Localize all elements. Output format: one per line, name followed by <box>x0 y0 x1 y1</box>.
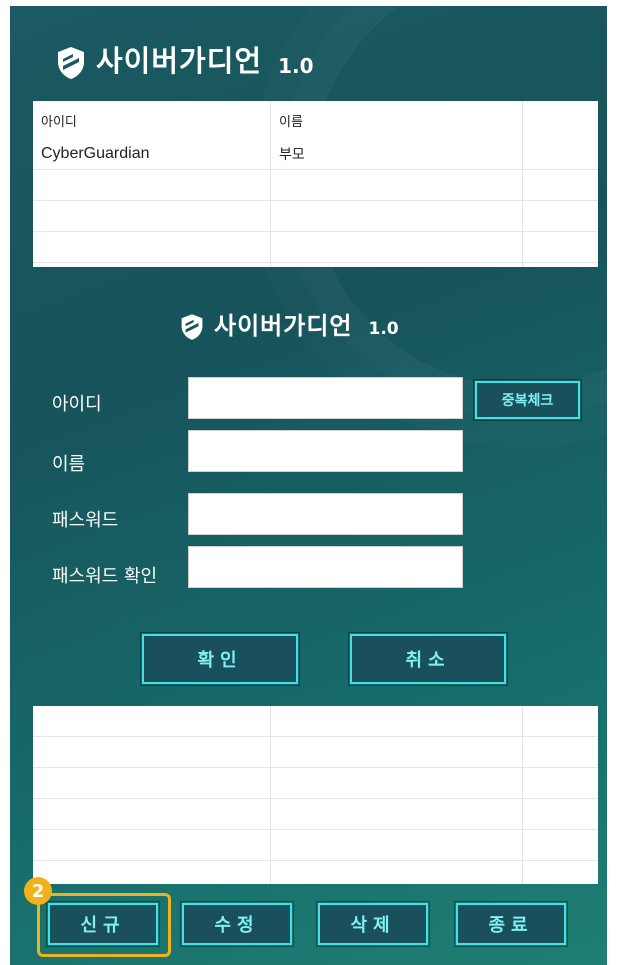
name-input[interactable] <box>188 430 463 472</box>
table-row[interactable] <box>33 768 598 799</box>
form-title: 사이버가디언 1.0 <box>180 306 399 341</box>
table-header-id[interactable]: 아이디 <box>41 107 77 137</box>
shield-logo-icon <box>56 46 86 80</box>
edit-button[interactable]: 수정 <box>180 901 294 947</box>
table-row[interactable] <box>33 737 598 768</box>
id-label: 아이디 <box>52 394 102 415</box>
exit-button[interactable]: 종료 <box>454 901 568 947</box>
shield-logo-icon <box>180 313 204 341</box>
duplicate-check-button[interactable]: 중복체크 <box>473 379 582 421</box>
app-title-text: 사이버가디언 <box>96 44 263 78</box>
delete-button[interactable]: 삭제 <box>316 901 430 947</box>
user-table[interactable]: 아이디 이름 CyberGuardian 부모 <box>33 101 598 267</box>
table-row[interactable] <box>33 232 598 263</box>
app-window: 사이버가디언 1.0 아이디 이름 CyberGuardian 부모 사이버가디… <box>10 6 607 965</box>
table-header-row <box>33 107 598 135</box>
app-title: 사이버가디언 1.0 <box>56 38 314 80</box>
table-cell-id[interactable]: CyberGuardian <box>41 139 150 169</box>
step-badge: 2 <box>24 877 52 905</box>
id-input[interactable] <box>188 377 463 419</box>
result-table[interactable] <box>33 706 598 884</box>
highlight-box <box>37 893 171 957</box>
table-header-name[interactable]: 이름 <box>279 107 303 137</box>
form-version: 1.0 <box>368 319 399 339</box>
password-confirm-input[interactable] <box>188 546 463 588</box>
form-title-text: 사이버가디언 <box>214 312 353 340</box>
app-version: 1.0 <box>278 54 314 78</box>
table-row[interactable] <box>33 830 598 861</box>
cancel-button[interactable]: 취소 <box>348 632 508 686</box>
table-row[interactable] <box>33 799 598 830</box>
table-row[interactable] <box>33 201 598 232</box>
table-row[interactable] <box>33 861 598 884</box>
password-label: 패스워드 <box>52 510 119 531</box>
password-input[interactable] <box>188 493 463 535</box>
table-row[interactable] <box>33 170 598 201</box>
password-confirm-label: 패스워드 확인 <box>52 566 158 587</box>
confirm-button[interactable]: 확인 <box>140 632 300 686</box>
table-row[interactable] <box>33 706 598 737</box>
table-cell-name[interactable]: 부모 <box>279 139 305 169</box>
name-label: 이름 <box>52 454 86 475</box>
